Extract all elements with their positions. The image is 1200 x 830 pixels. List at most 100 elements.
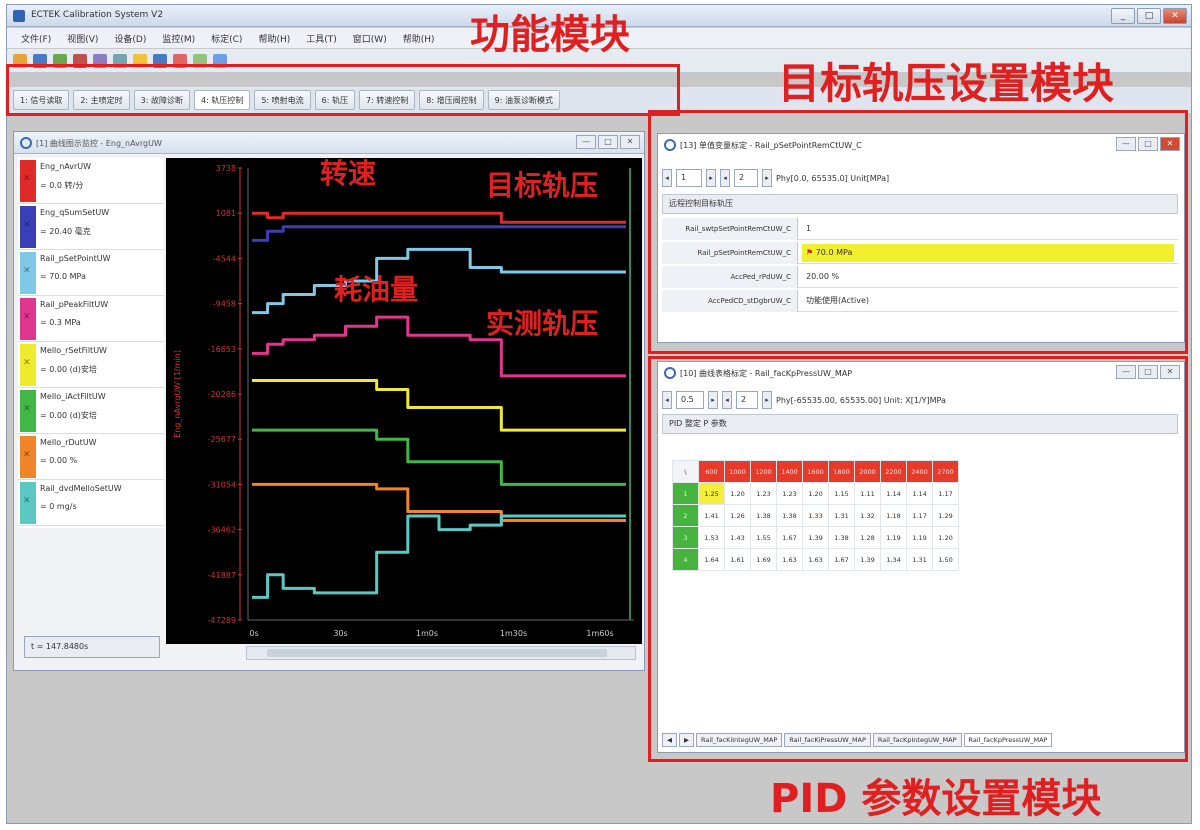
signal-color-swatch[interactable] bbox=[20, 298, 36, 340]
play-icon[interactable] bbox=[193, 53, 207, 68]
menu-calibrate[interactable]: 标定(C) bbox=[203, 28, 250, 48]
scrollbar-thumb[interactable] bbox=[267, 649, 607, 657]
table-cell[interactable]: 1.20 bbox=[802, 482, 829, 505]
row-header[interactable]: 2 bbox=[672, 504, 699, 527]
param-value[interactable]: 20.00 % bbox=[802, 268, 839, 286]
table-cell[interactable]: 1.23 bbox=[750, 482, 777, 505]
tab-signal-read[interactable]: 1: 信号读取 bbox=[13, 90, 70, 110]
menu-help-1[interactable]: 帮助(H) bbox=[250, 28, 298, 48]
menu-help-2[interactable]: 帮助(H) bbox=[395, 28, 443, 48]
spin-down-button-2[interactable]: ◂ bbox=[722, 391, 732, 409]
signal-item[interactable]: Rail_pSetPointUW = 70.0 MPa bbox=[18, 250, 164, 296]
step-spinner[interactable]: 0.5 bbox=[676, 391, 704, 409]
connect-icon[interactable] bbox=[53, 53, 67, 68]
table-cell[interactable]: 1.63 bbox=[776, 548, 803, 571]
signal-item[interactable]: Mello_rSetFiltUW = 0.00 (d)安培 bbox=[18, 342, 164, 388]
upload-icon[interactable] bbox=[93, 53, 107, 68]
menu-device[interactable]: 设备(D) bbox=[106, 28, 154, 48]
maximize-button[interactable]: □ bbox=[1137, 8, 1161, 24]
horizontal-scrollbar[interactable] bbox=[246, 646, 636, 660]
sheet-tab[interactable]: Rail_facKiIntegUW_MAP bbox=[696, 733, 783, 747]
table-cell[interactable]: 1.31 bbox=[828, 504, 855, 527]
tab-main-injection-timing[interactable]: 2: 主喷定时 bbox=[73, 90, 130, 110]
table-cell[interactable]: 1.14 bbox=[880, 482, 907, 505]
table-cell[interactable]: 1.17 bbox=[906, 504, 933, 527]
table-cell[interactable]: 1.20 bbox=[932, 526, 959, 549]
graph-minimize-button[interactable]: — bbox=[576, 135, 596, 149]
plot-area[interactable]: 3738 1081 -4544 -9458 -16653 -20286 -25677 -310… bbox=[166, 158, 642, 644]
row-spinner[interactable]: 1 bbox=[676, 169, 702, 187]
pid-minimize-button[interactable]: — bbox=[1116, 365, 1136, 379]
signal-color-swatch[interactable] bbox=[20, 390, 36, 432]
table-cell[interactable]: 1.63 bbox=[802, 548, 829, 571]
save-icon[interactable] bbox=[33, 53, 47, 68]
signal-color-swatch[interactable] bbox=[20, 482, 36, 524]
table-cell[interactable]: 1.19 bbox=[880, 526, 907, 549]
disconnect-icon[interactable] bbox=[73, 53, 87, 68]
col-header[interactable]: 2200 bbox=[880, 460, 907, 483]
table-cell[interactable]: 1.29 bbox=[932, 504, 959, 527]
table-cell[interactable]: 1.17 bbox=[932, 482, 959, 505]
col-header[interactable]: 1200 bbox=[750, 460, 777, 483]
sheet-tab[interactable]: Rail_facKpIntegUW_MAP bbox=[872, 733, 962, 747]
target-maximize-button[interactable]: □ bbox=[1138, 137, 1158, 151]
row-header[interactable]: 3 bbox=[672, 526, 699, 549]
param-value[interactable]: 1 bbox=[802, 220, 811, 238]
tab-rail-pressure-control[interactable]: 4: 轨压控制 bbox=[193, 90, 251, 110]
signal-color-swatch[interactable] bbox=[20, 344, 36, 386]
stop-icon[interactable] bbox=[173, 53, 187, 68]
table-cell[interactable]: 1.32 bbox=[854, 504, 881, 527]
table-cell[interactable]: 1.67 bbox=[776, 526, 803, 549]
table-cell[interactable]: 1.38 bbox=[776, 504, 803, 527]
table-cell[interactable]: 1.14 bbox=[906, 482, 933, 505]
col-header[interactable]: 1400 bbox=[776, 460, 803, 483]
tab-boost-valve-control[interactable]: 8: 增压阀控制 bbox=[419, 90, 484, 110]
menu-monitor[interactable]: 监控(M) bbox=[154, 28, 203, 48]
table-cell[interactable]: 1.11 bbox=[854, 482, 881, 505]
tab-speed-control[interactable]: 7: 转速控制 bbox=[358, 90, 416, 110]
signal-item[interactable]: Rail_pPeakFiltUW = 0.3 MPa bbox=[18, 296, 164, 342]
col-header[interactable]: 2700 bbox=[932, 460, 959, 483]
menu-tools[interactable]: 工具(T) bbox=[298, 28, 345, 48]
col-header[interactable]: 1000 bbox=[724, 460, 751, 483]
graph-maximize-button[interactable]: □ bbox=[598, 135, 618, 149]
time-readout[interactable]: t = 147.8480s bbox=[24, 636, 160, 658]
signal-item[interactable]: Mello_iActFiltUW = 0.00 (d)安培 bbox=[18, 388, 164, 434]
table-cell[interactable]: 1.39 bbox=[802, 526, 829, 549]
signal-item[interactable]: Mello_rDutUW = 0.00 % bbox=[18, 434, 164, 480]
table-cell[interactable]: 1.38 bbox=[828, 526, 855, 549]
table-cell[interactable]: 1.19 bbox=[906, 526, 933, 549]
signal-item[interactable]: Eng_qSumSetUW = 20.40 毫克 bbox=[18, 204, 164, 250]
table-cell[interactable]: 1.18 bbox=[880, 504, 907, 527]
param-value-highlighted[interactable]: ⚑ 70.0 MPa bbox=[802, 244, 1174, 262]
table-cell[interactable]: 1.43 bbox=[724, 526, 751, 549]
table-cell[interactable]: 1.28 bbox=[854, 526, 881, 549]
table-cell[interactable]: 1.39 bbox=[854, 548, 881, 571]
signal-color-swatch[interactable] bbox=[20, 206, 36, 248]
row-header[interactable]: 4 bbox=[672, 548, 699, 571]
spin-up-button[interactable]: ▸ bbox=[706, 169, 716, 187]
table-cell[interactable]: 1.31 bbox=[906, 548, 933, 571]
table-cell[interactable]: 1.53 bbox=[698, 526, 725, 549]
table-cell[interactable]: 1.15 bbox=[828, 482, 855, 505]
table-cell-selected[interactable]: 1.25 bbox=[698, 482, 725, 505]
pid-close-button[interactable]: ✕ bbox=[1160, 365, 1180, 379]
pid-maximize-button[interactable]: □ bbox=[1138, 365, 1158, 379]
sheet-tab[interactable]: Rail_facKiPressUW_MAP bbox=[784, 733, 871, 747]
spin-down-button[interactable]: ◂ bbox=[662, 391, 672, 409]
table-cell[interactable]: 1.50 bbox=[932, 548, 959, 571]
signal-item[interactable]: Rail_dvdMelloSetUW = 0 mg/s bbox=[18, 480, 164, 526]
open-icon[interactable] bbox=[13, 53, 27, 68]
tab-fault-diagnosis[interactable]: 3: 故障诊断 bbox=[133, 90, 190, 110]
spin-up-button-2[interactable]: ▸ bbox=[762, 169, 772, 187]
col-header[interactable]: 1600 bbox=[802, 460, 829, 483]
col-spinner[interactable]: 2 bbox=[734, 169, 758, 187]
table-cell[interactable]: 1.34 bbox=[880, 548, 907, 571]
spin-down-button-2[interactable]: ◂ bbox=[720, 169, 730, 187]
spin-up-button-2[interactable]: ▸ bbox=[762, 391, 772, 409]
table-cell[interactable]: 1.41 bbox=[698, 504, 725, 527]
table-cell[interactable]: 1.33 bbox=[802, 504, 829, 527]
table-cell[interactable]: 1.20 bbox=[724, 482, 751, 505]
sheet-tab-active[interactable]: Rail_facKpPressUW_MAP bbox=[963, 733, 1053, 747]
sheet-next-button[interactable]: ▶ bbox=[679, 733, 694, 747]
